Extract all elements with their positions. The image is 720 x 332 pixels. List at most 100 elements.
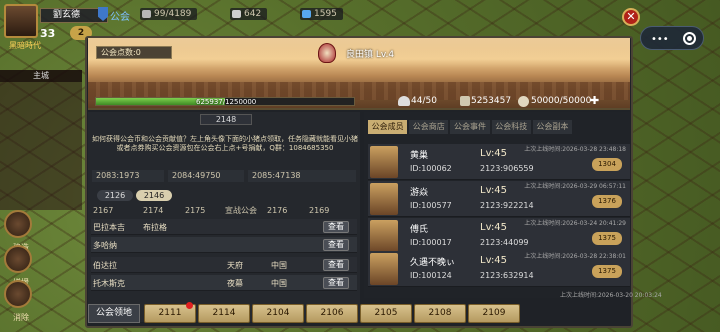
member-name: 黄巢 <box>410 151 429 161</box>
clear-button[interactable]: 消除 <box>4 280 32 322</box>
stat-3: 2085:47138 <box>248 170 356 182</box>
funds-icon <box>460 96 470 106</box>
member-power: 2123:906559 <box>480 164 534 173</box>
member-power: 2123:922214 <box>480 201 534 210</box>
gem-value: 1595 <box>314 9 337 19</box>
row-guild: 夜幕 <box>227 279 243 288</box>
exit-icon[interactable] <box>683 32 696 45</box>
table-row: 多哈纳 查看 <box>91 237 357 253</box>
member-badge: 1376 <box>592 195 622 208</box>
tab-shop[interactable]: 公会商店 <box>409 120 449 134</box>
stat-2: 2084:49750 <box>168 170 244 182</box>
member-last-online: 上次上线时间:2026-03-20 20:03:24 <box>560 292 662 299</box>
col-header: 宣战公会 <box>225 206 257 215</box>
clear-label: 消除 <box>13 313 29 322</box>
guild-exp-text: 625937/1250000 <box>196 98 257 106</box>
territory-tab[interactable]: 2106 <box>306 304 358 323</box>
player-avatar[interactable] <box>4 4 38 38</box>
tab-tech[interactable]: 公会科技 <box>491 120 531 134</box>
member-power: 2123:632914 <box>480 271 534 280</box>
member-id: ID:100124 <box>410 271 452 280</box>
tab-members[interactable]: 公会成员 <box>368 120 408 134</box>
player-level: 33 <box>40 27 56 40</box>
guild-description: 如何获得公会币和公会贡献值？左上角头像下面的小猪点领取，任务隐藏就能看见小猪或者… <box>92 135 358 152</box>
member-card[interactable]: 上次上线时间:2026-03-28 22:38:01 久遇不晚ぃ ID:1001… <box>368 251 630 287</box>
col-header: 2167 <box>93 206 114 215</box>
food-icon <box>518 96 529 107</box>
view-button[interactable]: 查看 <box>323 239 349 251</box>
member-last-online: 上次上线时间:2026-03-28 23:48:18 <box>524 146 626 153</box>
guild-funds: 5253457 <box>471 96 512 106</box>
subtab-2146[interactable]: 2146 <box>136 190 172 201</box>
member-count: 44/50 <box>411 96 437 106</box>
member-level: Lv:45 <box>480 148 508 159</box>
row-country: 中国 <box>271 261 287 270</box>
side-tab[interactable]: 主城 <box>0 70 82 82</box>
guild-territory-button[interactable]: 公会领地 <box>88 304 140 323</box>
donate-plus-button[interactable]: ✚ <box>590 94 599 107</box>
guild-tag[interactable]: 公会 <box>110 8 130 23</box>
member-card[interactable]: 上次上线时间:2026-03-24 20:41:29 傅氏 ID:100017 … <box>368 218 630 254</box>
wood-resource: 99/4189 <box>140 8 198 20</box>
view-button[interactable]: 查看 <box>323 259 349 271</box>
wood-icon <box>142 10 151 18</box>
view-button[interactable]: 查看 <box>323 277 349 289</box>
member-last-online: 上次上线时间:2026-03-24 20:41:29 <box>524 220 626 227</box>
member-power: 2123:44099 <box>480 238 529 247</box>
territory-tab[interactable]: 2104 <box>252 304 304 323</box>
stone-icon <box>232 10 241 18</box>
close-button[interactable]: ✕ <box>622 8 640 26</box>
members-icon <box>398 96 410 106</box>
city-name: 良田镇 Lv.4 <box>346 50 395 60</box>
table-row: 伯达拉 天府 中国 查看 <box>91 257 357 273</box>
member-avatar <box>370 220 398 252</box>
era-label: 黑暗時代 <box>9 41 41 50</box>
member-name: 傅氏 <box>410 225 429 235</box>
notification-dot <box>186 302 193 309</box>
territory-tab[interactable]: 2109 <box>468 304 520 323</box>
reinforce-button[interactable]: 增援 <box>4 245 32 287</box>
col-header: 2175 <box>185 206 206 215</box>
member-level: Lv:45 <box>480 222 508 233</box>
guild-points: 公会点数:0 <box>96 46 172 59</box>
stat-1: 2083:1973 <box>92 170 164 182</box>
row-city: 伯达拉 <box>93 261 117 270</box>
member-card[interactable]: 上次上线时间:2026-03-29 06:57:11 游焱 ID:100577 … <box>368 181 630 217</box>
member-last-online: 上次上线时间:2026-03-28 22:38:01 <box>524 253 626 260</box>
row-city: 多哈纳 <box>93 241 117 250</box>
right-tabs: 公会成员 公会商店 公会事件 公会科技 公会副本 <box>368 120 574 134</box>
side-chat-panel: 主城 <box>0 70 82 210</box>
member-id: ID:100017 <box>410 238 452 247</box>
territory-tab[interactable]: 2114 <box>198 304 250 323</box>
member-card[interactable]: 上次上线时间:2026-03-28 23:48:18 黄巢 ID:100062 … <box>368 144 630 180</box>
col-header: 2176 <box>267 206 288 215</box>
guild-emblem-icon <box>318 43 336 63</box>
build-button[interactable]: 建造 <box>4 210 32 252</box>
member-avatar <box>370 183 398 215</box>
tab-dungeon[interactable]: 公会副本 <box>532 120 573 134</box>
stone-value: 642 <box>244 9 262 19</box>
member-name: 游焱 <box>410 188 429 198</box>
member-level: Lv:45 <box>480 185 508 196</box>
member-id: ID:100577 <box>410 201 452 210</box>
view-button[interactable]: 查看 <box>323 221 349 233</box>
member-level: Lv:45 <box>480 255 508 266</box>
more-icon[interactable]: ••• <box>651 34 669 45</box>
mini-program-capsule[interactable]: ••• <box>640 26 704 50</box>
territory-tab[interactable]: 2105 <box>360 304 412 323</box>
tab-events[interactable]: 公会事件 <box>450 120 490 134</box>
row-guild: 天府 <box>227 261 243 270</box>
row-city2: 布拉格 <box>143 223 167 232</box>
subtab-2126[interactable]: 2126 <box>97 190 133 201</box>
member-badge: 1304 <box>592 158 622 171</box>
col-header: 2169 <box>309 206 330 215</box>
table-row: 巴拉本吉 布拉格 查看 <box>91 219 357 235</box>
row-country: 中国 <box>271 279 287 288</box>
player-name: 劉玄德 <box>40 8 108 23</box>
member-badge: 1375 <box>592 232 622 245</box>
wood-value: 99/4189 <box>154 9 192 19</box>
member-id: ID:100062 <box>410 164 452 173</box>
stone-resource: 642 <box>230 8 268 20</box>
member-last-online: 上次上线时间:2026-03-29 06:57:11 <box>524 183 626 190</box>
territory-tab[interactable]: 2108 <box>414 304 466 323</box>
